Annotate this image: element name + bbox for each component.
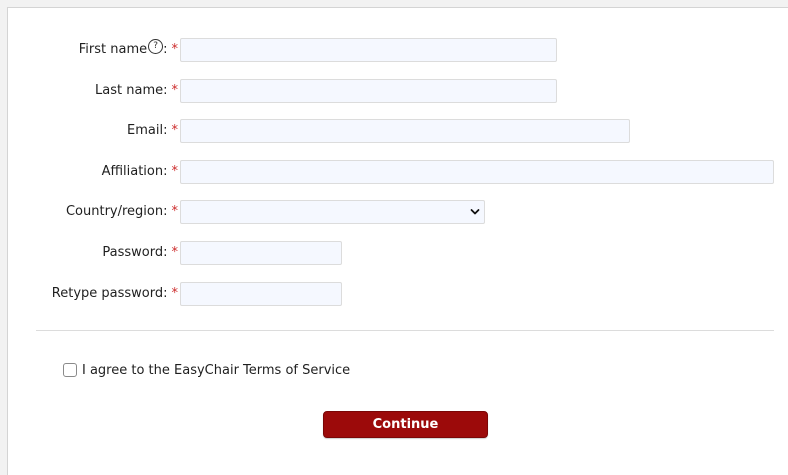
required-marker: * [171,204,179,219]
chevron-down-icon [470,209,480,215]
retype-password-label: Retype password: [51,286,168,301]
first-name-input[interactable] [180,38,557,62]
first-name-label: First name [78,42,148,57]
first-name-label-group: First name?: * [8,38,178,62]
password-row: Password: * [8,241,178,265]
first-name-row: First name?: * [8,38,178,62]
affiliation-input[interactable] [180,160,774,184]
country-row: Country/region: * [8,200,178,224]
required-marker: * [171,123,179,138]
divider [36,330,774,331]
terms-label[interactable]: I agree to the EasyChair Terms of Servic… [82,360,350,382]
last-name-label-group: Last name: * [8,79,178,103]
required-marker: * [171,164,179,179]
affiliation-row: Affiliation: * [8,160,178,184]
continue-button[interactable]: Continue [323,411,488,438]
registration-form-panel: First name?: * Last name: * Email: * Affili… [7,7,788,475]
last-name-input[interactable] [180,79,557,103]
required-marker: * [171,42,179,57]
required-marker: * [171,245,179,260]
retype-password-input[interactable] [180,282,342,306]
password-input[interactable] [180,241,342,265]
last-name-row: Last name: * [8,79,178,103]
email-input[interactable] [180,119,630,143]
country-label-group: Country/region: * [8,200,178,224]
last-name-label: Last name: [95,83,168,98]
help-icon[interactable]: ? [148,39,164,54]
affiliation-label: Affiliation: [101,164,168,179]
email-row: Email: * [8,119,178,143]
password-label-group: Password: * [8,241,178,265]
country-label: Country/region: [65,204,168,219]
required-marker: * [171,83,179,98]
first-name-colon: : [163,42,168,57]
email-label-group: Email: * [8,119,178,143]
retype-password-label-group: Retype password: * [8,282,178,306]
terms-checkbox[interactable] [63,363,77,377]
affiliation-label-group: Affiliation: * [8,160,178,184]
retype-password-row: Retype password: * [8,282,178,306]
password-label: Password: [102,245,168,260]
email-label: Email: [127,123,168,138]
country-select[interactable] [180,200,485,224]
required-marker: * [171,286,179,301]
